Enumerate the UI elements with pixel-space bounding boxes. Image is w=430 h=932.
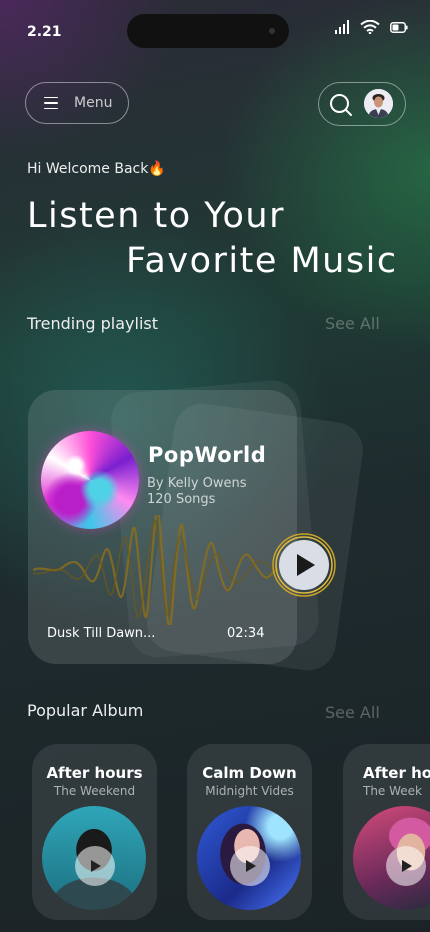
avatar[interactable] (364, 89, 393, 118)
album-play-button[interactable] (75, 846, 115, 886)
status-time: 2.21 (27, 24, 62, 40)
trending-see-all-link[interactable]: See All (325, 314, 380, 333)
wifi-icon (360, 20, 380, 34)
waveform (33, 515, 278, 625)
album-artist: Midnight Vides (205, 784, 294, 798)
album-artist: The Week (363, 784, 423, 798)
song-duration: 02:34 (227, 626, 265, 641)
welcome-text: Hi Welcome Back🔥 (27, 161, 166, 177)
album-card[interactable]: After hours The Weekend (32, 744, 157, 920)
popular-see-all-link[interactable]: See All (325, 703, 380, 722)
menu-button[interactable]: Menu (25, 82, 129, 124)
album-card[interactable]: After ho The Week (343, 744, 430, 920)
trending-playlist-card[interactable]: PopWorld By Kelly Owens 120 Songs Dusk T… (28, 390, 297, 664)
menu-label: Menu (74, 95, 113, 111)
headline-line-2: Favorite Music (126, 241, 398, 281)
play-button[interactable] (272, 533, 336, 597)
album-title: Calm Down (202, 764, 297, 782)
headline-line-1: Listen to Your (27, 196, 286, 236)
playlist-title: PopWorld (148, 443, 267, 467)
popular-album-title: Popular Album (27, 701, 144, 720)
album-title: After hours (46, 764, 143, 782)
hamburger-icon (44, 96, 60, 110)
trending-title: Trending playlist (27, 314, 158, 333)
battery-icon (390, 21, 408, 33)
album-card[interactable]: Calm Down Midnight Vides (187, 744, 312, 920)
play-icon (402, 860, 412, 872)
play-icon (91, 860, 101, 872)
search-icon[interactable] (329, 93, 353, 117)
now-playing-song: Dusk Till Dawn... (47, 626, 156, 641)
playlist-author: By Kelly Owens (147, 476, 247, 491)
search-profile-pill (318, 82, 406, 126)
album-title: After ho (363, 764, 430, 782)
album-play-button[interactable] (230, 846, 270, 886)
status-icons (334, 20, 408, 34)
cellular-signal-icon (335, 20, 349, 34)
dynamic-island (127, 14, 289, 48)
playlist-song-count: 120 Songs (147, 492, 216, 507)
album-play-button[interactable] (386, 846, 426, 886)
play-icon (246, 860, 256, 872)
album-artist: The Weekend (53, 784, 136, 798)
